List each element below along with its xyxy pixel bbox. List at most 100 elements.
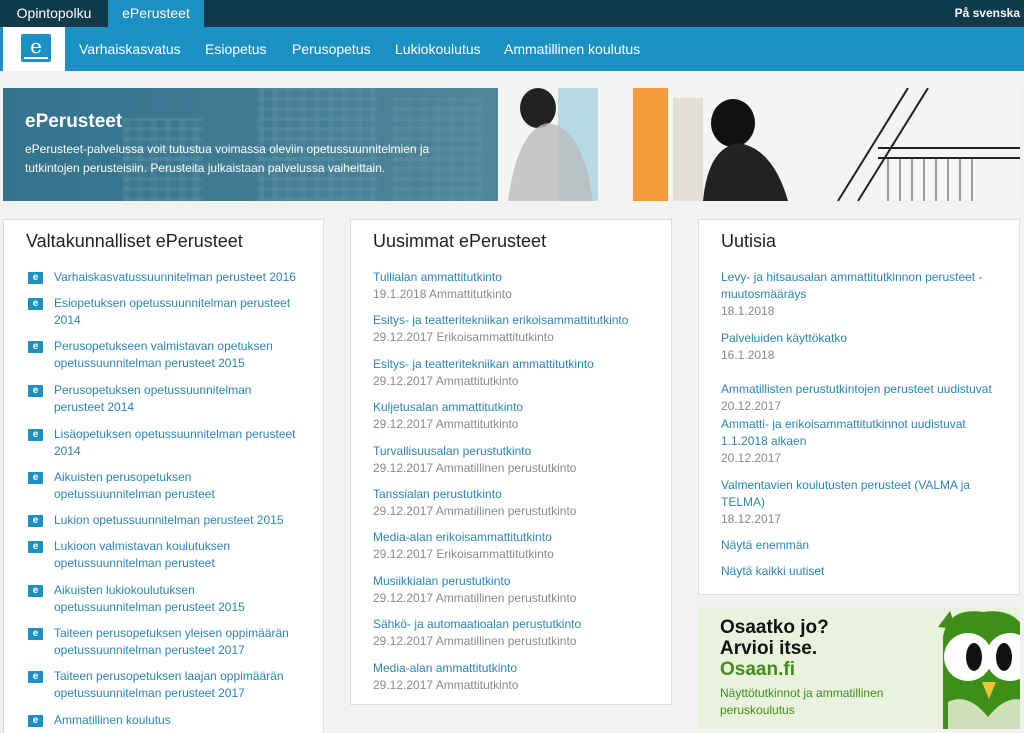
newest-item-link[interactable]: Media-alan erikoisammattitutkinto	[373, 529, 552, 546]
national-list-item[interactable]: Ammatillinen koulutus	[54, 712, 171, 729]
national-list-item-line: opetussuunnitelman perusteet	[54, 487, 215, 501]
hero-banner: ePerusteet ePerusteet-palvelussa voit tu…	[3, 88, 1020, 201]
osaan-banner[interactable]: Osaatko jo? Arvioi itse. Osaan.fi Näyttö…	[698, 607, 1020, 729]
news-item-title-line: Ammatillisten perustutkintojen perusteet…	[721, 382, 992, 396]
hero-photo-right	[498, 88, 1020, 201]
doc-icon-letter: e	[32, 272, 39, 283]
national-list-item[interactable]: Esiopetuksen opetussuunnitelman perustee…	[54, 295, 290, 329]
national-list-item[interactable]: Lukion opetussuunnitelman perusteet 2015	[54, 512, 284, 529]
osaan-subtext: Näyttötutkinnot ja ammatillinen peruskou…	[720, 685, 940, 719]
book-icon: e	[21, 34, 51, 62]
nav-item-esiopetus[interactable]: Esiopetus	[205, 27, 266, 71]
newest-item-meta: 29.12.2017 Ammatillinen perustutkinto	[373, 504, 577, 518]
eperusteet-doc-icon: e	[28, 585, 43, 597]
hero-description-line: tutkintojen perusteisiin. Perusteita jul…	[25, 161, 386, 175]
national-list-item-line: Varhaiskasvatussuunnitelman perusteet 20…	[54, 270, 296, 284]
doc-icon-letter: e	[32, 515, 39, 526]
newest-item-link[interactable]: Esitys- ja teatteritekniikan ammattitutk…	[373, 356, 594, 373]
newest-item-link[interactable]: Esitys- ja teatteritekniikan erikoisamma…	[373, 312, 628, 329]
main-nav: e Varhaiskasvatus Esiopetus Perusopetus …	[0, 27, 1024, 71]
news-item-link[interactable]: Ammatti- ja erikoisammattitutkinnot uudi…	[721, 416, 966, 450]
eperusteet-logo[interactable]: e	[3, 27, 65, 71]
eperusteet-doc-icon: e	[28, 541, 43, 553]
newest-item-link[interactable]: Sähkö- ja automaatioalan perustutkinto	[373, 616, 581, 633]
newest-item-link[interactable]: Media-alan ammattitutkinto	[373, 660, 517, 677]
national-heading: Valtakunnalliset ePerusteet	[26, 231, 243, 251]
national-list-item[interactable]: Aikuisten perusopetuksen opetussuunnitelm…	[54, 469, 215, 503]
eperusteet-doc-icon: e	[28, 429, 43, 441]
newest-item-link[interactable]: Turvallisuusalan perustutkinto	[373, 443, 531, 460]
news-item-link[interactable]: Palveluiden käyttökatko	[721, 330, 847, 347]
eperusteet-doc-icon: e	[28, 385, 43, 397]
hero-description-line: ePerusteet-palvelussa voit tutustua voim…	[25, 142, 430, 156]
tab-eperusteet[interactable]: ePerusteet	[108, 0, 204, 27]
national-list-item[interactable]: Aikuisten lukiokoulutuksen opetussuunnite…	[54, 582, 245, 616]
national-list-item-line: opetussuunnitelman perusteet	[54, 556, 215, 570]
news-item-link[interactable]: Valmentavien koulutusten perusteet (VALM…	[721, 477, 970, 511]
newest-item-link[interactable]: Musiikkialan perustutkinto	[373, 573, 510, 590]
national-list-item[interactable]: Taiteen perusopetuksen yleisen oppimäärä…	[54, 625, 289, 659]
national-list-item[interactable]: Varhaiskasvatussuunnitelman perusteet 20…	[54, 269, 296, 286]
show-all-news-link[interactable]: Näytä kaikki uutiset	[721, 563, 824, 580]
doc-icon-letter: e	[32, 472, 39, 483]
national-list-item-line: Perusopetukseen valmistavan opetuksen	[54, 339, 273, 353]
national-list-item[interactable]: Lisäopetuksen opetussuunnitelman peruste…	[54, 426, 296, 460]
national-list-item-line: Aikuisten perusopetuksen	[54, 470, 192, 484]
doc-icon-letter: e	[32, 541, 39, 552]
eperusteet-doc-icon: e	[28, 341, 43, 353]
newest-item-link[interactable]: Tanssialan perustutkinto	[373, 486, 502, 503]
doc-icon-letter: e	[32, 628, 39, 639]
national-list-item-line: opetussuunnitelman perusteet 2017	[54, 686, 245, 700]
newest-item-meta: 29.12.2017 Ammattitutkinto	[373, 373, 519, 388]
osaan-line-2: Arvioi itse.	[720, 638, 818, 659]
doc-icon-letter: e	[32, 298, 39, 309]
national-list-item-line: opetussuunnitelman perusteet 2015	[54, 600, 245, 614]
news-item-link[interactable]: Ammatillisten perustutkintojen perusteet…	[721, 381, 992, 398]
doc-icon-letter: e	[32, 429, 39, 440]
news-item-title-line: TELMA)	[721, 495, 766, 509]
newest-item-meta: 29.12.2017 Erikoisammattitutkinto	[373, 330, 554, 345]
national-list-item-line: Aikuisten lukiokoulutuksen	[54, 583, 195, 597]
owl-icon	[938, 611, 1020, 729]
newest-item-meta: 29.12.2017 Erikoisammattitutkinto	[373, 547, 554, 562]
national-list-item-line: Taiteen perusopetuksen yleisen oppimäärä…	[54, 626, 289, 640]
nav-item-ammatillinen-koulutus[interactable]: Ammatillinen koulutus	[504, 27, 640, 71]
national-list-item-line: Ammatillinen koulutus	[54, 713, 171, 727]
newest-item-meta: 29.12.2017 Ammatillinen perustutkinto	[373, 590, 577, 605]
news-item-title-line: Valmentavien koulutusten perusteet (VALM…	[721, 478, 971, 492]
language-switch-link[interactable]: På svenska	[955, 0, 1020, 27]
national-list-item-line: opetussuunnitelman perusteet 2015	[54, 356, 245, 370]
newest-item-link[interactable]: Kuljetusalan ammattitutkinto	[373, 399, 523, 416]
news-item-title-line: muutosmääräys	[721, 287, 807, 301]
newest-card: Uusimmat ePerusteet Tullialan ammattitut…	[350, 219, 672, 705]
news-item-title-line: Ammatti- ja erikoisammattitutkinnot uudi…	[721, 417, 966, 431]
nav-item-varhaiskasvatus[interactable]: Varhaiskasvatus	[79, 27, 181, 71]
national-list-item[interactable]: Perusopetukseen valmistavan opetuksen ope…	[54, 338, 273, 372]
doc-icon-letter: e	[32, 341, 39, 352]
news-item-title-line: 1.1.2018 alkaen	[721, 434, 807, 448]
news-item-date: 20.12.2017	[721, 399, 782, 413]
tab-opintopolku[interactable]: Opintopolku	[0, 0, 108, 27]
news-item-title-line: Palveluiden käyttökatko	[721, 331, 848, 345]
eperusteet-doc-icon: e	[28, 472, 43, 484]
top-bar: Opintopolku ePerusteet På svenska	[0, 0, 1024, 27]
news-heading: Uutisia	[721, 231, 777, 251]
national-list-item-line: opetussuunnitelman perusteet 2017	[54, 643, 245, 657]
newest-item-meta: 29.12.2017 Ammattitutkinto	[373, 677, 519, 692]
newest-item-link[interactable]: Tullialan ammattitutkinto	[373, 269, 502, 286]
logo-letter: e	[30, 34, 42, 58]
nav-item-perusopetus[interactable]: Perusopetus	[292, 27, 371, 71]
national-list-item-line: perusteet 2014	[54, 400, 135, 414]
newest-item-meta: 29.12.2017 Ammatillinen perustutkinto	[373, 634, 577, 649]
national-list-item[interactable]: Lukioon valmistavan koulutuksen opetussuu…	[54, 538, 230, 572]
eperusteet-doc-icon: e	[28, 515, 43, 527]
national-list-item-line: Lisäopetuksen opetussuunnitelman peruste…	[54, 427, 296, 441]
doc-icon-letter: e	[32, 671, 39, 682]
nav-item-lukiokoulutus[interactable]: Lukiokoulutus	[395, 27, 481, 71]
national-list-item[interactable]: Taiteen perusopetuksen laajan oppimäärän…	[54, 668, 284, 702]
national-list-item[interactable]: Perusopetuksen opetussuunnitelman peruste…	[54, 382, 251, 416]
show-more-link[interactable]: Näytä enemmän	[721, 537, 809, 554]
national-list-item-line: 2014	[54, 313, 81, 327]
news-item-link[interactable]: Levy- ja hitsausalan ammattitutkinnon pe…	[721, 269, 982, 303]
doc-icon-letter: e	[32, 715, 39, 726]
